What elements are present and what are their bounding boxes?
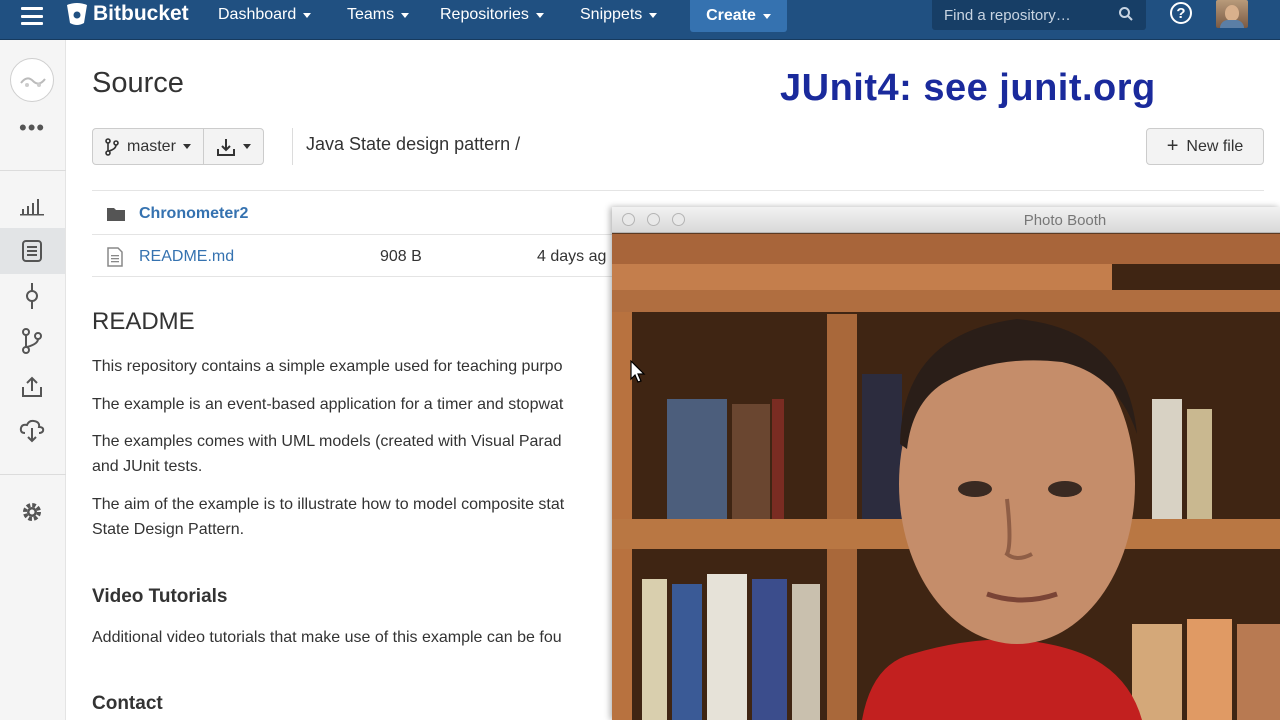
help-icon[interactable]: ? [1170, 2, 1192, 24]
search-input[interactable]: Find a repository… [932, 0, 1146, 30]
menu-icon[interactable] [20, 4, 44, 28]
branch-selector[interactable]: master [93, 129, 203, 164]
sidebar-divider [0, 170, 66, 171]
chevron-down-icon [182, 144, 191, 149]
top-navigation-bar: Bitbucket Dashboard Teams Repositories S… [0, 0, 1280, 40]
pull-requests-icon[interactable] [18, 373, 46, 401]
new-file-button[interactable]: + New file [1146, 128, 1264, 165]
source-icon[interactable] [18, 237, 46, 265]
more-actions-icon[interactable]: ••• [19, 117, 45, 139]
mouse-cursor-icon [630, 360, 646, 383]
file-size: 908 B [380, 248, 422, 265]
branch-toolbar: master [92, 128, 264, 165]
download-icon [216, 138, 235, 156]
window-titlebar[interactable]: Photo Booth [612, 207, 1280, 233]
branch-icon [105, 137, 119, 156]
readme-subheading: Contact [92, 693, 163, 714]
settings-icon[interactable] [18, 498, 46, 526]
chevron-down-icon [535, 12, 544, 18]
nav-teams[interactable]: Teams [347, 0, 410, 30]
nav-repositories[interactable]: Repositories [440, 0, 544, 30]
download-button[interactable] [202, 129, 263, 164]
sidebar-divider [0, 474, 66, 475]
file-modified: 4 days ag [537, 248, 607, 265]
repository-avatar[interactable] [10, 58, 54, 102]
window-title: Photo Booth [1023, 212, 1107, 229]
chevron-down-icon [303, 12, 312, 18]
readme-subheading: Video Tutorials [92, 586, 228, 607]
breadcrumb[interactable]: Java State design pattern / [306, 134, 520, 155]
overview-icon[interactable] [18, 192, 46, 220]
folder-link[interactable]: Chronometer2 [139, 205, 248, 223]
commits-icon[interactable] [18, 282, 46, 310]
folder-icon [107, 208, 125, 221]
branches-icon[interactable] [18, 327, 46, 355]
toolbar-divider [292, 128, 293, 165]
overlay-caption: JUnit4: see junit.org [780, 67, 1156, 109]
avatar[interactable] [1216, 0, 1248, 28]
bucket-icon [67, 3, 87, 25]
downloads-icon[interactable] [18, 417, 46, 445]
branch-name: master [127, 137, 176, 155]
bitbucket-logo[interactable]: Bitbucket [66, 2, 189, 26]
file-link[interactable]: README.md [139, 248, 234, 266]
create-button[interactable]: Create [690, 0, 787, 32]
plus-icon: + [1166, 135, 1179, 157]
search-icon [1119, 7, 1133, 21]
chevron-down-icon [649, 12, 658, 18]
chevron-down-icon [762, 13, 771, 19]
repository-sidebar: ••• [0, 40, 66, 720]
brand-name: Bitbucket [93, 2, 189, 25]
file-icon [107, 247, 123, 267]
nav-snippets[interactable]: Snippets [580, 0, 658, 30]
webcam-feed [612, 234, 1280, 720]
readme-heading: README [92, 308, 195, 335]
nav-dashboard[interactable]: Dashboard [218, 0, 312, 30]
page-title: Source [92, 67, 184, 99]
photo-booth-window[interactable]: Photo Booth [612, 207, 1280, 720]
chevron-down-icon [242, 144, 251, 149]
table-divider [92, 190, 1264, 191]
chevron-down-icon [401, 12, 410, 18]
